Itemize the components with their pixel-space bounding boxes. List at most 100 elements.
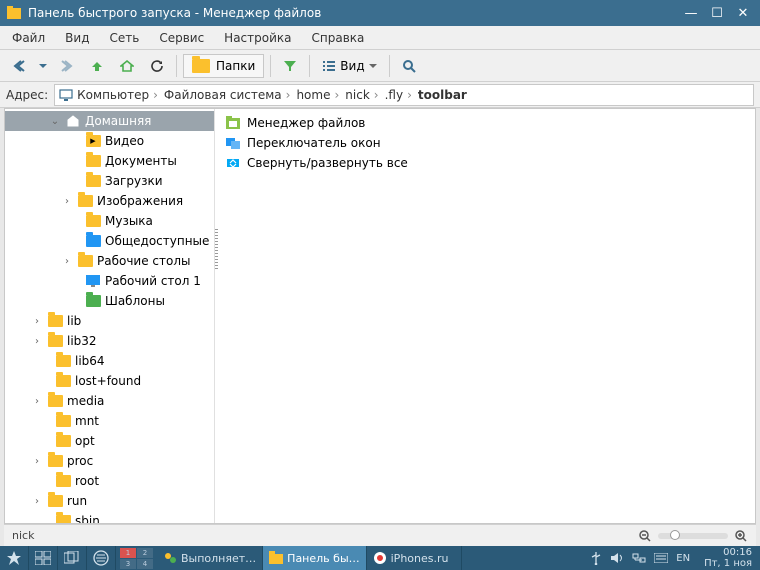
tile-button[interactable] — [58, 546, 87, 570]
search-button[interactable] — [396, 54, 422, 78]
file-label: Свернуть/развернуть все — [247, 156, 408, 170]
folder-tree[interactable]: ⌄ Домашняя ›▶Видео ›Документы ›Загрузки … — [5, 109, 215, 523]
file-label: Переключатель окон — [247, 136, 381, 150]
expand-icon[interactable]: › — [31, 456, 43, 467]
menu-service[interactable]: Сервис — [151, 28, 212, 48]
back-button[interactable] — [6, 54, 32, 78]
expand-icon[interactable]: › — [61, 256, 73, 267]
folder-icon — [47, 394, 63, 408]
home-button[interactable] — [114, 54, 140, 78]
refresh-button[interactable] — [144, 54, 170, 78]
crumb-fly[interactable]: .fly› — [383, 88, 414, 102]
apps-button[interactable] — [87, 546, 116, 570]
addressbar: Адрес: Компьютер› Файловая система› home… — [0, 82, 760, 108]
documents-folder-icon — [85, 154, 101, 168]
crumb-nick[interactable]: nick› — [343, 88, 380, 102]
expand-icon[interactable]: › — [31, 316, 43, 327]
clock[interactable]: 00:16 Пт, 1 ноя — [696, 547, 760, 569]
crumb-home[interactable]: home› — [294, 88, 341, 102]
window-title: Панель быстрого запуска - Менеджер файло… — [28, 6, 684, 20]
tree-root[interactable]: ›root — [5, 471, 214, 491]
breadcrumb-bar[interactable]: Компьютер› Файловая система› home› nick›… — [54, 84, 754, 106]
tree-media[interactable]: ›media — [5, 391, 214, 411]
tree-label: opt — [75, 434, 95, 448]
network-icon[interactable] — [632, 552, 646, 564]
tree-lostfound[interactable]: ›lost+found — [5, 371, 214, 391]
file-item[interactable]: Свернуть/развернуть все — [219, 153, 755, 173]
language-indicator[interactable]: EN — [676, 553, 690, 564]
list-icon — [322, 59, 336, 73]
tree-opt[interactable]: ›opt — [5, 431, 214, 451]
tree-public[interactable]: ›Общедоступные — [5, 231, 214, 251]
filter-button[interactable] — [277, 54, 303, 78]
crumb-toolbar[interactable]: toolbar — [416, 88, 469, 102]
view-mode-dropdown[interactable]: Вид — [316, 54, 382, 78]
tree-music[interactable]: ›Музыка — [5, 211, 214, 231]
view-label: Вид — [340, 59, 364, 73]
usb-icon[interactable] — [590, 551, 602, 565]
back-dropdown[interactable] — [36, 54, 50, 78]
folder-icon — [47, 334, 63, 348]
window-switcher-icon — [225, 135, 241, 151]
expand-icon[interactable]: › — [31, 496, 43, 507]
crumb-computer[interactable]: Компьютер› — [75, 88, 160, 102]
tree-desktop1[interactable]: ›Рабочий стол 1 — [5, 271, 214, 291]
desktop-icon — [85, 274, 101, 288]
close-button[interactable]: ✕ — [736, 6, 750, 21]
expand-icon[interactable]: › — [31, 396, 43, 407]
menu-network[interactable]: Сеть — [101, 28, 147, 48]
time: 00:16 — [704, 547, 752, 558]
tree-downloads[interactable]: ›Загрузки — [5, 171, 214, 191]
tree-home[interactable]: ⌄ Домашняя — [5, 111, 214, 131]
expand-icon[interactable]: › — [61, 196, 73, 207]
task-browser[interactable]: iPhones.ru — [367, 546, 462, 570]
tree-lib32[interactable]: ›lib32 — [5, 331, 214, 351]
folder-icon — [55, 354, 71, 368]
task-running[interactable]: Выполняет… — [157, 546, 263, 570]
tree-label: proc — [67, 454, 93, 468]
forward-button[interactable] — [54, 54, 80, 78]
show-desktop-button[interactable] — [29, 546, 58, 570]
task-filemanager[interactable]: Панель бы… — [263, 546, 366, 570]
tree-lib64[interactable]: ›lib64 — [5, 351, 214, 371]
collapse-icon[interactable]: ⌄ — [49, 116, 61, 127]
start-button[interactable] — [0, 546, 29, 570]
menu-help[interactable]: Справка — [304, 28, 373, 48]
workspace-pager[interactable]: 1234 — [120, 548, 153, 569]
tree-templates[interactable]: ›Шаблоны — [5, 291, 214, 311]
up-button[interactable] — [84, 54, 110, 78]
file-item[interactable]: Менеджер файлов — [219, 113, 755, 133]
file-list[interactable]: Менеджер файлов Переключатель окон Сверн… — [219, 109, 755, 523]
zoom-slider[interactable] — [658, 533, 728, 539]
tree-mnt[interactable]: ›mnt — [5, 411, 214, 431]
crumb-filesystem[interactable]: Файловая система› — [162, 88, 293, 102]
tree-label: Изображения — [97, 194, 183, 208]
video-folder-icon: ▶ — [85, 134, 101, 148]
status-user: nick — [12, 529, 34, 542]
tree-documents[interactable]: ›Документы — [5, 151, 214, 171]
tree-proc[interactable]: › proc — [5, 451, 214, 471]
maximize-button[interactable]: ☐ — [710, 6, 724, 21]
expand-icon[interactable]: › — [31, 336, 43, 347]
tree-lib[interactable]: ›lib — [5, 311, 214, 331]
menu-settings[interactable]: Настройка — [216, 28, 299, 48]
tree-video[interactable]: ›▶Видео — [5, 131, 214, 151]
tree-run[interactable]: ›run — [5, 491, 214, 511]
folders-toggle[interactable]: Папки — [183, 54, 264, 78]
zoom-out-icon[interactable] — [638, 529, 652, 543]
file-item[interactable]: Переключатель окон — [219, 133, 755, 153]
tree-desktops[interactable]: › Рабочие столы — [5, 251, 214, 271]
statusbar: nick — [4, 524, 756, 546]
tree-sbin[interactable]: ›sbin — [5, 511, 214, 523]
tree-pictures[interactable]: › Изображения — [5, 191, 214, 211]
menu-view[interactable]: Вид — [57, 28, 97, 48]
folder-icon — [47, 494, 63, 508]
zoom-in-icon[interactable] — [734, 529, 748, 543]
menu-file[interactable]: Файл — [4, 28, 53, 48]
keyboard-icon[interactable] — [654, 553, 668, 563]
volume-icon[interactable] — [610, 552, 624, 564]
tree-label: Музыка — [105, 214, 153, 228]
tree-label: Рабочие столы — [97, 254, 191, 268]
minimize-button[interactable]: — — [684, 6, 698, 21]
tree-label: Рабочий стол 1 — [105, 274, 201, 288]
